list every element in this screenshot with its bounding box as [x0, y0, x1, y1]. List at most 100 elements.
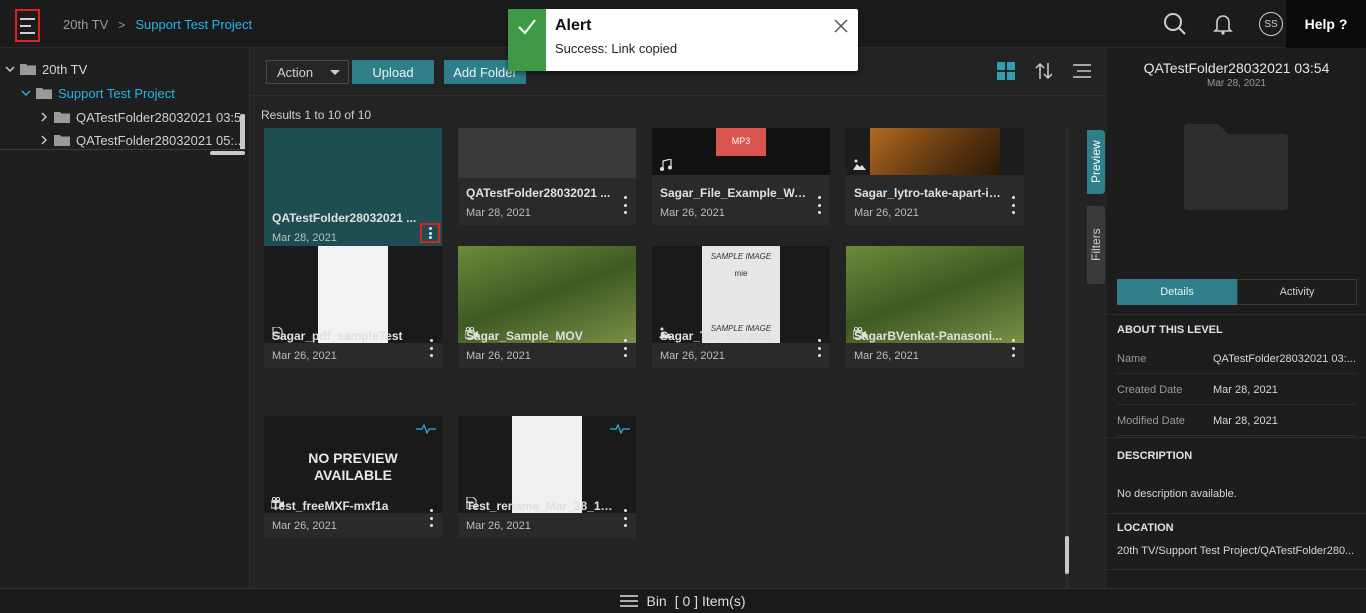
asset-card[interactable]: QATestFolder28032021 ... Mar 28, 2021 [458, 128, 636, 225]
menu-icon[interactable] [15, 9, 40, 42]
list-view-icon[interactable] [1073, 64, 1091, 78]
help-button[interactable]: Help ? [1286, 0, 1366, 48]
main-content: Action Upload Add Folder Results 1 to 10… [250, 48, 1105, 588]
card-title: SagarBVenkat-Panasoni... [854, 329, 1003, 343]
grid-scrollbar-track [1065, 128, 1069, 588]
bin-label: Bin [646, 593, 667, 609]
tree-item-root[interactable]: 20th TV [4, 58, 87, 80]
card-thumbnail [846, 128, 1024, 175]
asset-grid: QATestFolder28032021 ... Mar 28, 2021 QA… [250, 128, 1080, 588]
asset-card[interactable]: QATestFolder28032021 ... Mar 28, 2021 [264, 128, 442, 250]
card-title: Sagar_pdf_sampleTest [272, 329, 403, 343]
check-icon [518, 19, 536, 35]
more-options-icon[interactable] [814, 339, 824, 357]
location-text: 20th TV/Support Test Project/QATestFolde… [1117, 545, 1355, 557]
folder-icon [54, 112, 70, 123]
asset-card[interactable]: SagarBVenkat-Panasoni... Mar 26, 2021 [846, 246, 1024, 368]
card-thumbnail: MP3 [652, 128, 830, 175]
action-dropdown[interactable]: Action [266, 60, 349, 84]
more-options-icon[interactable] [1008, 196, 1018, 214]
more-options-icon[interactable] [620, 339, 630, 357]
tree-scrollbar[interactable] [240, 114, 245, 149]
folder-icon [20, 64, 36, 75]
bell-icon[interactable] [1208, 9, 1238, 39]
more-options-icon[interactable] [620, 509, 630, 527]
card-date: Mar 26, 2021 [466, 350, 531, 362]
more-options-icon[interactable] [814, 196, 824, 214]
close-icon[interactable] [834, 19, 848, 33]
card-date: Mar 26, 2021 [660, 207, 725, 219]
avatar[interactable]: SS [1256, 9, 1286, 39]
card-date: Mar 28, 2021 [466, 207, 531, 219]
breadcrumb: 20th TV > Support Test Project [63, 17, 252, 32]
chevron-right-icon[interactable] [38, 134, 50, 146]
more-options-icon[interactable] [620, 196, 630, 214]
asset-card[interactable]: Sagar_lytro-take-apart-i2... Mar 26, 202… [846, 128, 1024, 225]
asset-card[interactable]: SAMPLE IMAGE mie SAMPLE IMAGE Sagar_TIF_… [652, 246, 830, 368]
card-title: Sagar_lytro-take-apart-i2... [854, 186, 1004, 200]
breadcrumb-current[interactable]: Support Test Project [135, 17, 252, 32]
asset-card[interactable]: Sagar_pdf_sampleTest Mar 26, 2021 [264, 246, 442, 368]
more-options-icon[interactable] [426, 339, 436, 357]
detail-key: Name [1117, 352, 1147, 365]
detail-value: QATestFolder28032021 03:... [1213, 352, 1356, 365]
caret-down-icon [330, 70, 340, 75]
upload-button[interactable]: Upload [352, 60, 434, 84]
divider [1106, 569, 1366, 570]
folder-icon [1184, 124, 1288, 210]
alert-toast: Alert Success: Link copied [508, 9, 858, 71]
more-options-icon[interactable] [1008, 339, 1018, 357]
card-date: Mar 28, 2021 [272, 232, 337, 244]
image-thumbnail [870, 128, 1000, 175]
music-icon [660, 159, 672, 171]
card-title: Test_freeMXF-mxf1a [272, 499, 389, 513]
card-thumbnail [264, 128, 442, 176]
more-options-icon[interactable] [426, 509, 436, 527]
details-subtitle: Mar 28, 2021 [1207, 78, 1266, 89]
mp3-thumbnail: MP3 [716, 128, 766, 156]
details-title: QATestFolder28032021 03:54 [1143, 60, 1330, 76]
sort-icon[interactable] [1035, 62, 1053, 80]
detail-row-modified: Modified Date Mar 28, 2021 [1117, 406, 1357, 436]
detail-row-created: Created Date Mar 28, 2021 [1117, 375, 1357, 405]
breadcrumb-root[interactable]: 20th TV [63, 17, 108, 32]
image-icon [853, 159, 866, 170]
tab-filters[interactable]: Filters [1087, 206, 1105, 284]
chevron-right-icon[interactable] [38, 111, 50, 123]
asset-card[interactable]: Sagar_Sample_MOV Mar 26, 2021 [458, 246, 636, 368]
asset-card[interactable]: MP3 Sagar_File_Example_WA... Mar 26, 202… [652, 128, 830, 225]
asset-card[interactable]: Test_rename_Mar_28_10... Mar 26, 2021 [458, 416, 636, 538]
card-date: Mar 26, 2021 [466, 520, 531, 532]
card-title: Test_rename_Mar_28_10... [466, 499, 616, 513]
pulse-icon [416, 424, 436, 434]
card-title: QATestFolder28032021 ... [272, 211, 417, 225]
asset-card[interactable]: NO PREVIEW AVAILABLE Test_freeMXF-mxf1a … [264, 416, 442, 538]
divider [1106, 437, 1366, 438]
tree-item-project[interactable]: Support Test Project [20, 82, 175, 104]
chevron-down-icon[interactable] [4, 63, 16, 75]
tab-details[interactable]: Details [1117, 279, 1237, 305]
tab-activity[interactable]: Activity [1237, 279, 1357, 305]
tab-preview[interactable]: Preview [1087, 130, 1105, 194]
grid-scrollbar[interactable] [1065, 536, 1069, 574]
tree-item-folder[interactable]: QATestFolder28032021 05:... [38, 129, 245, 149]
tree-root-label: 20th TV [42, 61, 88, 77]
tree-folder-label: QATestFolder28032021 05:... [76, 132, 245, 148]
chevron-down-icon[interactable] [20, 87, 32, 99]
tree-item-folder[interactable]: QATestFolder28032021 03:54 [38, 106, 245, 128]
details-tabs: Details Activity [1117, 279, 1357, 305]
search-icon[interactable] [1160, 9, 1190, 39]
avatar-initials: SS [1259, 12, 1283, 36]
grid-view-icon[interactable] [997, 62, 1015, 80]
bin-bar[interactable]: Bin [ 0 ] Item(s) [0, 588, 1366, 613]
description-text: No description available. [1117, 488, 1237, 500]
results-count: Results 1 to 10 of 10 [261, 108, 372, 122]
card-title: Sagar_Sample_MOV [466, 329, 583, 343]
divider [1106, 314, 1366, 315]
detail-value: Mar 28, 2021 [1213, 383, 1278, 396]
tree-horizontal-scrollbar[interactable] [210, 151, 245, 155]
divider [1106, 513, 1366, 514]
more-options-icon[interactable] [420, 223, 440, 243]
alert-message: Success: Link copied [555, 41, 678, 56]
thumb-mid-text: mie [734, 269, 748, 278]
